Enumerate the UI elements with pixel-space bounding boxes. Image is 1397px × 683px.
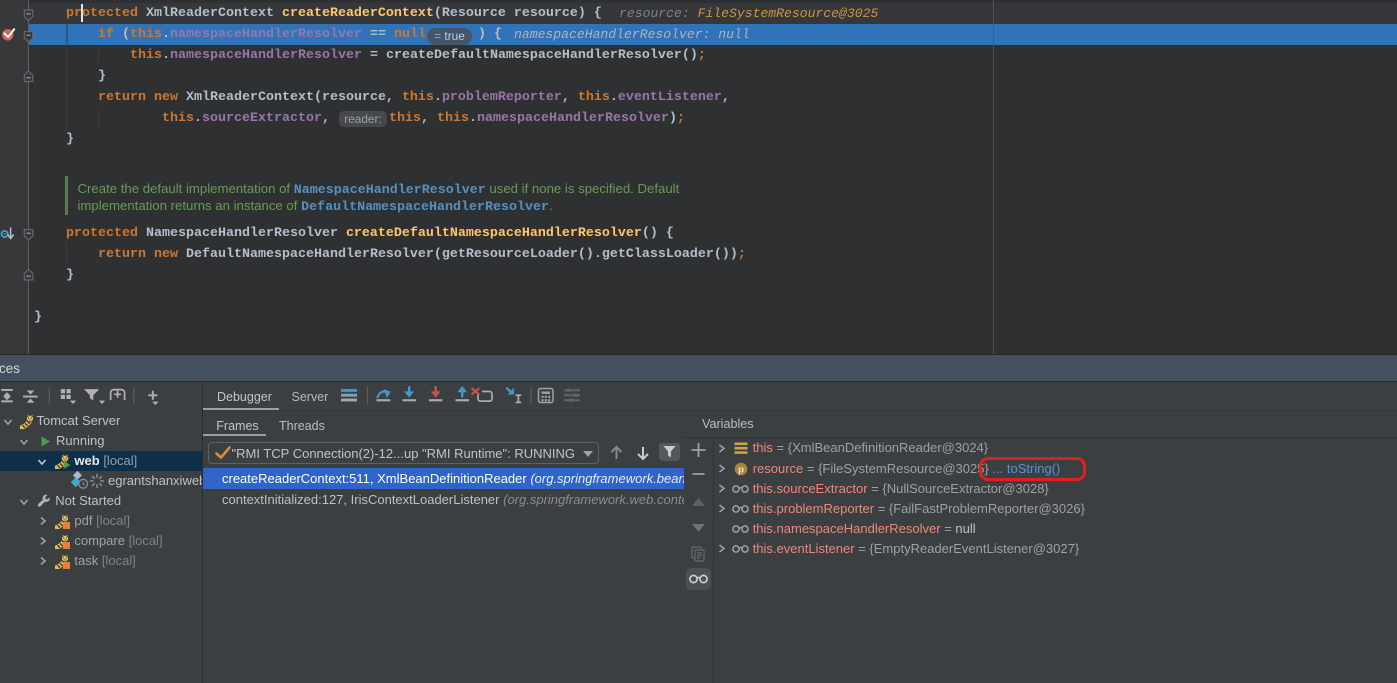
svg-text:p: p <box>738 465 744 476</box>
